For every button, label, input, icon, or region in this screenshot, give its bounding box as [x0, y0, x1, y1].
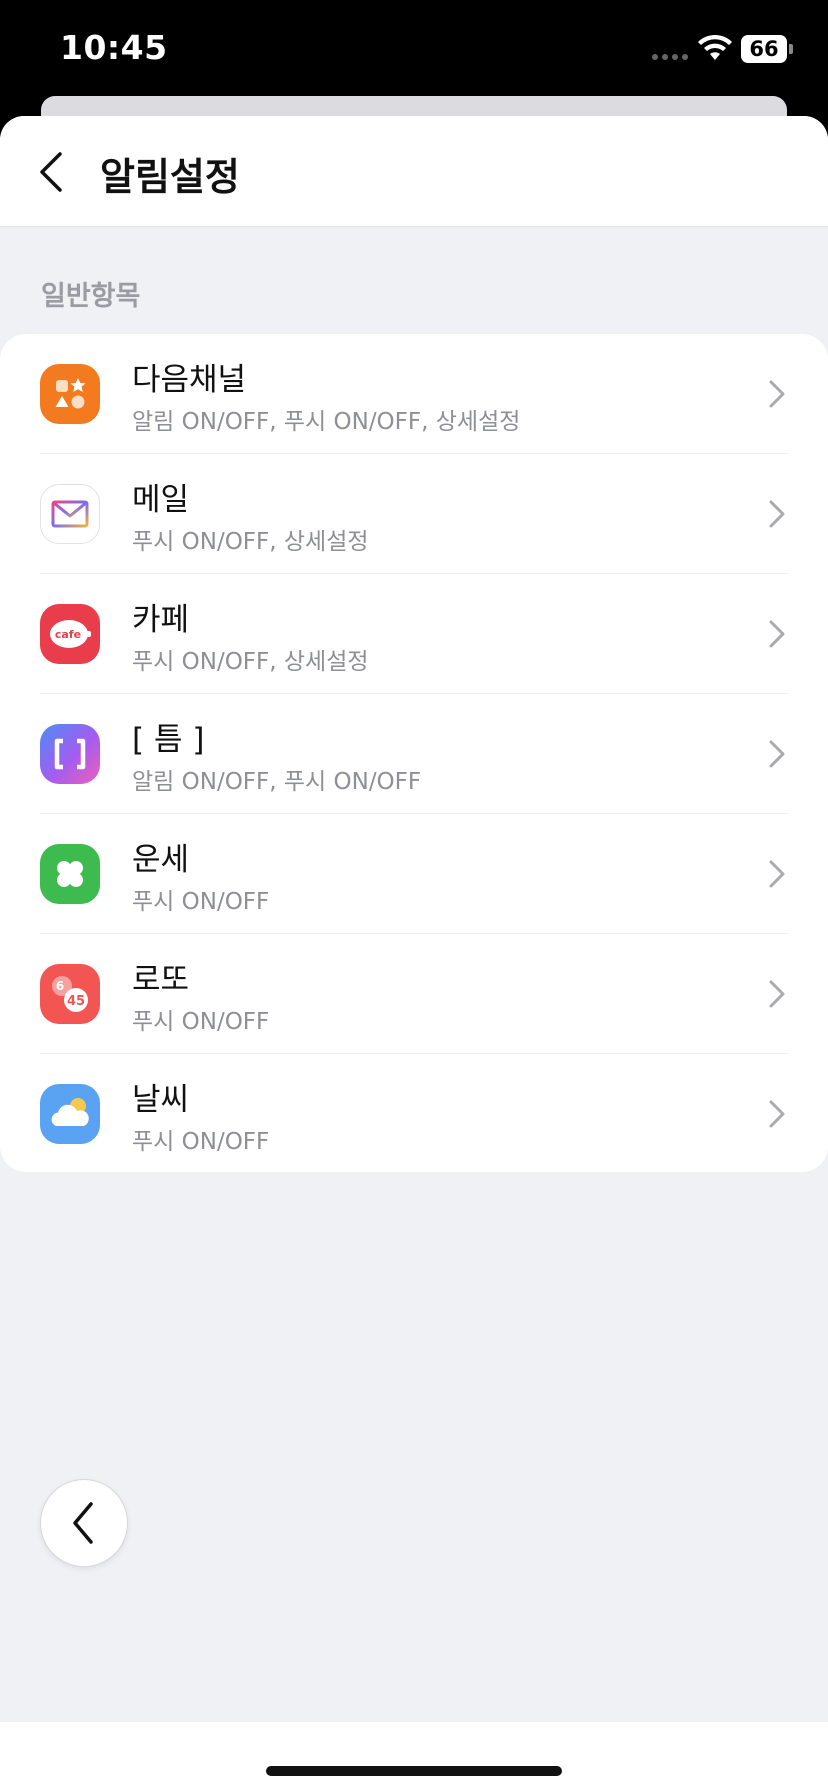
- daum-channel-icon: [40, 364, 100, 424]
- status-bar: 10:45 66: [0, 0, 828, 100]
- fortune-clover-icon: [40, 844, 100, 904]
- cafe-icon-text: cafe: [55, 628, 81, 641]
- status-time: 10:45: [60, 28, 168, 67]
- chevron-left-icon: [40, 152, 62, 192]
- item-title: 운세: [132, 842, 190, 878]
- item-title: 로또: [132, 962, 190, 998]
- wifi-icon: [698, 34, 732, 60]
- item-title: 날씨: [132, 1082, 190, 1118]
- home-indicator[interactable]: [266, 1766, 562, 1776]
- cafe-icon: cafe: [40, 604, 100, 664]
- item-subtitle: 푸시 ON/OFF: [132, 1129, 270, 1155]
- item-title: [ 틈 ]: [132, 722, 205, 758]
- chevron-left-icon: [73, 1502, 93, 1544]
- chevron-right-icon: [769, 1100, 785, 1128]
- navigation-bar: 알림설정: [0, 116, 828, 227]
- battery-indicator: 66: [741, 35, 787, 63]
- list-item-teum[interactable]: [ 틈 ] 알림 ON/OFF, 푸시 ON/OFF: [0, 694, 828, 814]
- item-title: 메일: [132, 482, 190, 518]
- lotto-icon-number-large: 45: [67, 994, 85, 1009]
- mail-icon: [40, 484, 100, 544]
- chevron-right-icon: [769, 380, 785, 408]
- list-item-weather[interactable]: 날씨 푸시 ON/OFF: [0, 1054, 828, 1174]
- back-button[interactable]: [28, 146, 76, 198]
- cellular-signal-icon: [652, 54, 688, 60]
- chevron-right-icon: [769, 980, 785, 1008]
- item-subtitle: 푸시 ON/OFF: [132, 889, 270, 915]
- item-subtitle: 알림 ON/OFF, 푸시 ON/OFF: [132, 769, 422, 795]
- item-title: 다음채널: [132, 362, 247, 398]
- item-subtitle: 푸시 ON/OFF, 상세설정: [132, 529, 369, 555]
- chevron-right-icon: [769, 740, 785, 768]
- settings-list: 다음채널 알림 ON/OFF, 푸시 ON/OFF, 상세설정 메일 푸시 ON…: [0, 334, 828, 1172]
- chevron-right-icon: [769, 860, 785, 888]
- chevron-right-icon: [769, 500, 785, 528]
- page-title: 알림설정: [100, 155, 240, 199]
- lotto-icon: 6 45: [40, 964, 100, 1024]
- teum-icon: [40, 724, 100, 784]
- floating-back-button[interactable]: [40, 1479, 128, 1567]
- item-subtitle: 푸시 ON/OFF, 상세설정: [132, 649, 369, 675]
- list-item-cafe[interactable]: cafe 카페 푸시 ON/OFF, 상세설정: [0, 574, 828, 694]
- item-subtitle: 알림 ON/OFF, 푸시 ON/OFF, 상세설정: [132, 409, 521, 435]
- item-title: 카페: [132, 602, 190, 638]
- section-header: 일반항목: [41, 281, 141, 312]
- item-subtitle: 푸시 ON/OFF: [132, 1009, 270, 1035]
- list-item-fortune[interactable]: 운세 푸시 ON/OFF: [0, 814, 828, 934]
- weather-icon: [40, 1084, 100, 1144]
- lotto-icon-number-small: 6: [56, 979, 64, 993]
- list-item-daum-channel[interactable]: 다음채널 알림 ON/OFF, 푸시 ON/OFF, 상세설정: [0, 334, 828, 454]
- battery-cap: [789, 44, 793, 54]
- list-item-lotto[interactable]: 6 45 로또 푸시 ON/OFF: [0, 934, 828, 1054]
- list-item-mail[interactable]: 메일 푸시 ON/OFF, 상세설정: [0, 454, 828, 574]
- chevron-right-icon: [769, 620, 785, 648]
- bottom-safe-area: [0, 1722, 828, 1792]
